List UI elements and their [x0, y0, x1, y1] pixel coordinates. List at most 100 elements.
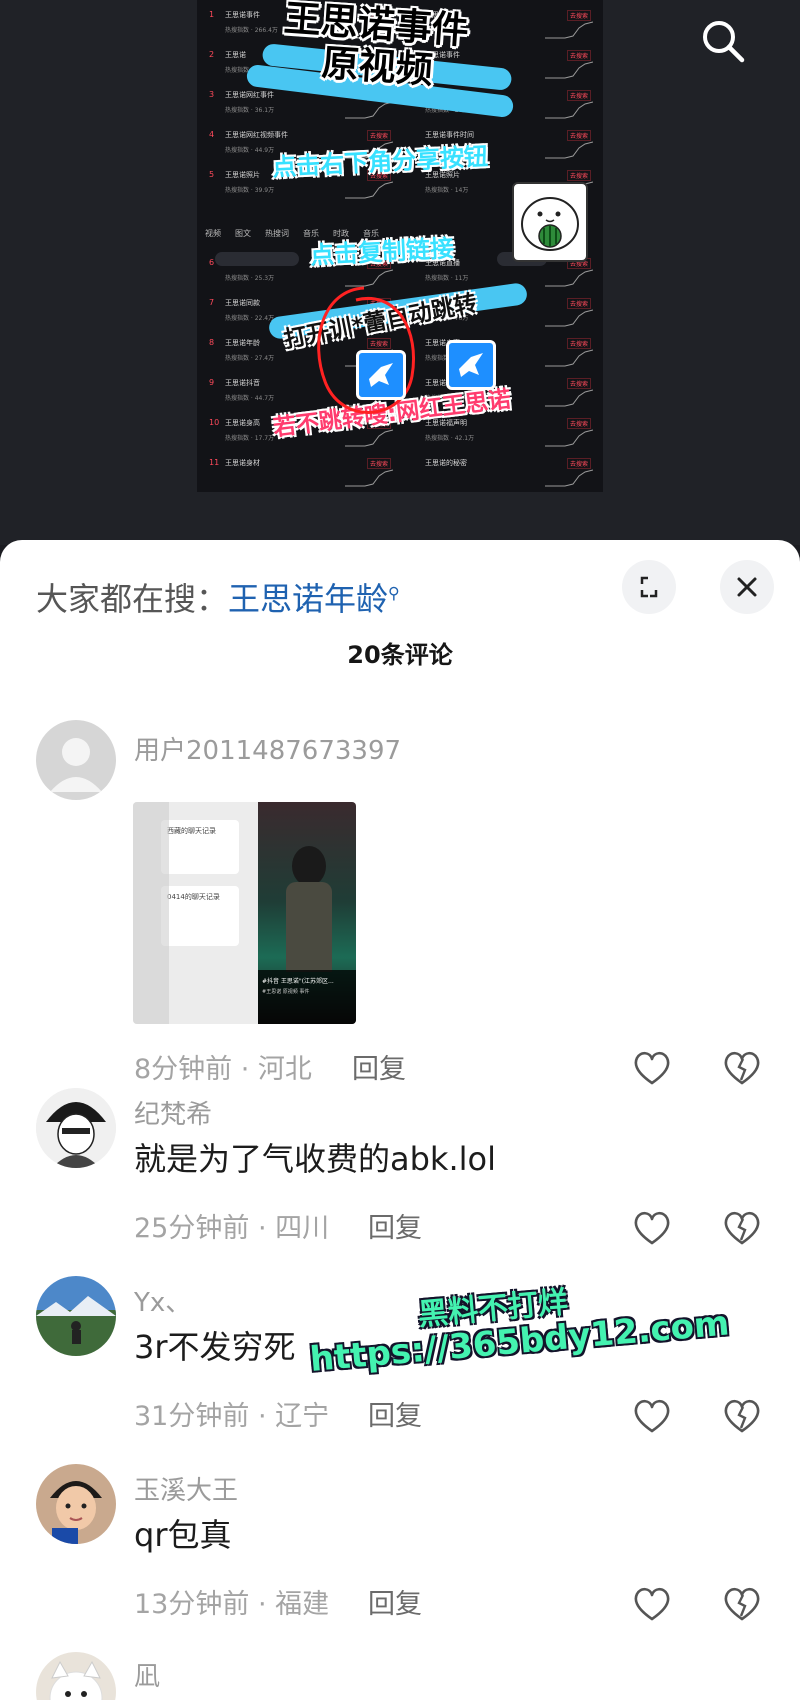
trending-rank: 2 — [209, 50, 215, 59]
trending-title: 王思诺年龄 — [225, 339, 260, 347]
comment-username[interactable]: 用户2011487673397 — [134, 730, 401, 767]
like-heart-icon[interactable] — [632, 1398, 672, 1434]
comment-username[interactable]: 玉溪大王 — [134, 1470, 238, 1507]
avatar[interactable] — [36, 720, 116, 800]
comment-meta: 13分钟前 · 福建 — [134, 1589, 330, 1620]
trend-sparkline — [545, 61, 593, 79]
trend-sparkline — [545, 429, 593, 447]
trending-title: 王思诺 — [225, 51, 246, 59]
trending-rank: 4 — [209, 130, 215, 139]
trend-sparkline — [545, 141, 593, 159]
trending-rank: 5 — [209, 170, 215, 179]
trending-title: 王思诺照片 — [225, 171, 260, 179]
trending-rank: 7 — [209, 298, 215, 307]
trend-sparkline — [545, 101, 593, 119]
expand-icon — [640, 576, 658, 598]
trending-sub: 热搜指数 · 266.4万 — [225, 27, 278, 34]
trending-sub: 热搜指数 · 17.7万 — [225, 435, 275, 442]
comment-meta: 8分钟前 · 河北 — [134, 1054, 312, 1085]
like-heart-icon[interactable] — [632, 1586, 672, 1622]
overlay-title-2: 原视频 — [320, 41, 435, 92]
chat-screenshot: 西藏的聊天记录 0414的聊天记录 — [133, 802, 258, 1024]
video-still: #抖音 王思诺"(江苏郊区... #王思诺 原视频 事件 — [258, 802, 356, 1024]
avatar[interactable] — [36, 1276, 116, 1356]
trending-search-bar[interactable]: 大家都在搜：王思诺年龄⚲ — [36, 574, 400, 620]
comment-text: 就是为了气收费的abk.lol — [134, 1140, 496, 1178]
trending-title: 王思诺事件 — [225, 11, 260, 19]
trending-sub: 热搜指数 · 44.7万 — [225, 395, 275, 402]
comment-count: 20条评论 — [347, 641, 453, 669]
like-heart-icon[interactable] — [632, 1050, 672, 1086]
trending-sub: 热搜指数 · 22.4万 — [225, 315, 275, 322]
trending-sub: 热搜指数 · 25.3万 — [225, 275, 275, 282]
trending-title: 王思诺的秘密 — [425, 459, 467, 467]
video-tab: 热搜词 — [265, 229, 289, 238]
trend-sparkline — [545, 21, 593, 39]
trending-row: 11 王思诺身材 去搜索 — [203, 454, 399, 492]
chat-record-2: 0414的聊天记录 — [167, 893, 220, 901]
trending-search-keyword[interactable]: 王思诺年龄 — [228, 580, 388, 618]
avatar[interactable] — [36, 1464, 116, 1544]
trending-rank: 9 — [209, 378, 215, 387]
trending-title: 王思诺身材 — [225, 459, 260, 467]
trending-rank: 11 — [209, 458, 220, 467]
video-player[interactable]: 1王思诺事件热搜指数 · 266.4万去搜索2王思诺热搜指数 · 92.1万去搜… — [0, 0, 800, 545]
bird-app-icon-2 — [446, 340, 496, 390]
trending-row: 王思诺的秘密 去搜索 — [403, 454, 599, 492]
trending-sub: 热搜指数 · 44.9万 — [225, 147, 275, 154]
reply-button[interactable]: 回复 — [368, 1582, 422, 1621]
comment-text: qr包真 — [134, 1516, 232, 1554]
trend-sparkline — [345, 469, 393, 487]
dislike-broken-heart-icon[interactable] — [722, 1050, 762, 1086]
cat-sticker — [512, 182, 588, 262]
expand-button[interactable] — [622, 560, 676, 614]
comment-username[interactable]: 凪 — [134, 1656, 160, 1693]
search-icon[interactable] — [698, 16, 748, 66]
search-small-icon: ⚲ — [388, 583, 400, 603]
video-pill-left — [215, 252, 299, 266]
trending-rank: 1 — [209, 10, 215, 19]
like-heart-icon[interactable] — [632, 1210, 672, 1246]
trending-sub: 热搜指数 · 42.1万 — [425, 435, 475, 442]
comment-image[interactable]: 西藏的聊天记录 0414的聊天记录 #抖音 王思诺"(江苏郊区... #王思诺 … — [133, 802, 356, 1024]
comment-sheet: 大家都在搜：王思诺年龄⚲ 20条评论 用户2011487673397 西藏的聊天… — [0, 540, 800, 1700]
trending-sub: 热搜指数 · 36.1万 — [225, 107, 275, 114]
trending-title: 王思诺网红视频事件 — [225, 131, 288, 139]
trending-sub: 热搜指数 · 11万 — [425, 275, 469, 282]
trend-sparkline — [545, 269, 593, 287]
dislike-broken-heart-icon[interactable] — [722, 1586, 762, 1622]
close-button[interactable] — [720, 560, 774, 614]
trending-title: 王思诺网红事件 — [225, 91, 274, 99]
dislike-broken-heart-icon[interactable] — [722, 1210, 762, 1246]
dislike-broken-heart-icon[interactable] — [722, 1398, 762, 1434]
video-tab: 图文 — [235, 229, 251, 238]
trending-sub: 热搜指数 · 27.4万 — [225, 355, 275, 362]
avatar[interactable] — [36, 1652, 116, 1700]
trending-rank: 6 — [209, 258, 215, 267]
trending-rank: 10 — [209, 418, 220, 427]
trending-rank: 3 — [209, 90, 215, 99]
comment-meta: 31分钟前 · 辽宁 — [134, 1401, 330, 1432]
trending-title: 王思诺同款 — [225, 299, 260, 307]
trending-title: 王思诺身高 — [225, 419, 260, 427]
avatar[interactable] — [36, 1088, 116, 1168]
chat-record-1: 西藏的聊天记录 — [167, 827, 216, 835]
trending-search-prefix: 大家都在搜： — [36, 580, 229, 618]
comment-username[interactable]: Yx、 — [134, 1282, 191, 1319]
trending-rank: 8 — [209, 338, 215, 347]
close-icon — [737, 577, 757, 597]
reply-button[interactable]: 回复 — [368, 1394, 422, 1433]
trend-sparkline — [545, 469, 593, 487]
reply-button[interactable]: 回复 — [352, 1047, 406, 1086]
bird-app-icon-1 — [356, 350, 406, 400]
comment-username[interactable]: 纪梵希 — [134, 1094, 212, 1131]
video-tab: 视频 — [205, 229, 221, 238]
video-caption-tags: #王思诺 原视频 事件 — [262, 989, 310, 995]
video-caption: #抖音 王思诺"(江苏郊区... — [262, 978, 334, 985]
trending-row: 王思诺身高热搜指数 · 18万去搜索 — [403, 334, 599, 374]
reply-button[interactable]: 回复 — [368, 1206, 422, 1245]
comment-text: 3r不发穷死 — [134, 1328, 296, 1366]
comment-meta: 25分钟前 · 四川 — [134, 1213, 330, 1244]
trending-sub: 热搜指数 · 14万 — [425, 187, 469, 194]
trend-sparkline — [345, 181, 393, 199]
